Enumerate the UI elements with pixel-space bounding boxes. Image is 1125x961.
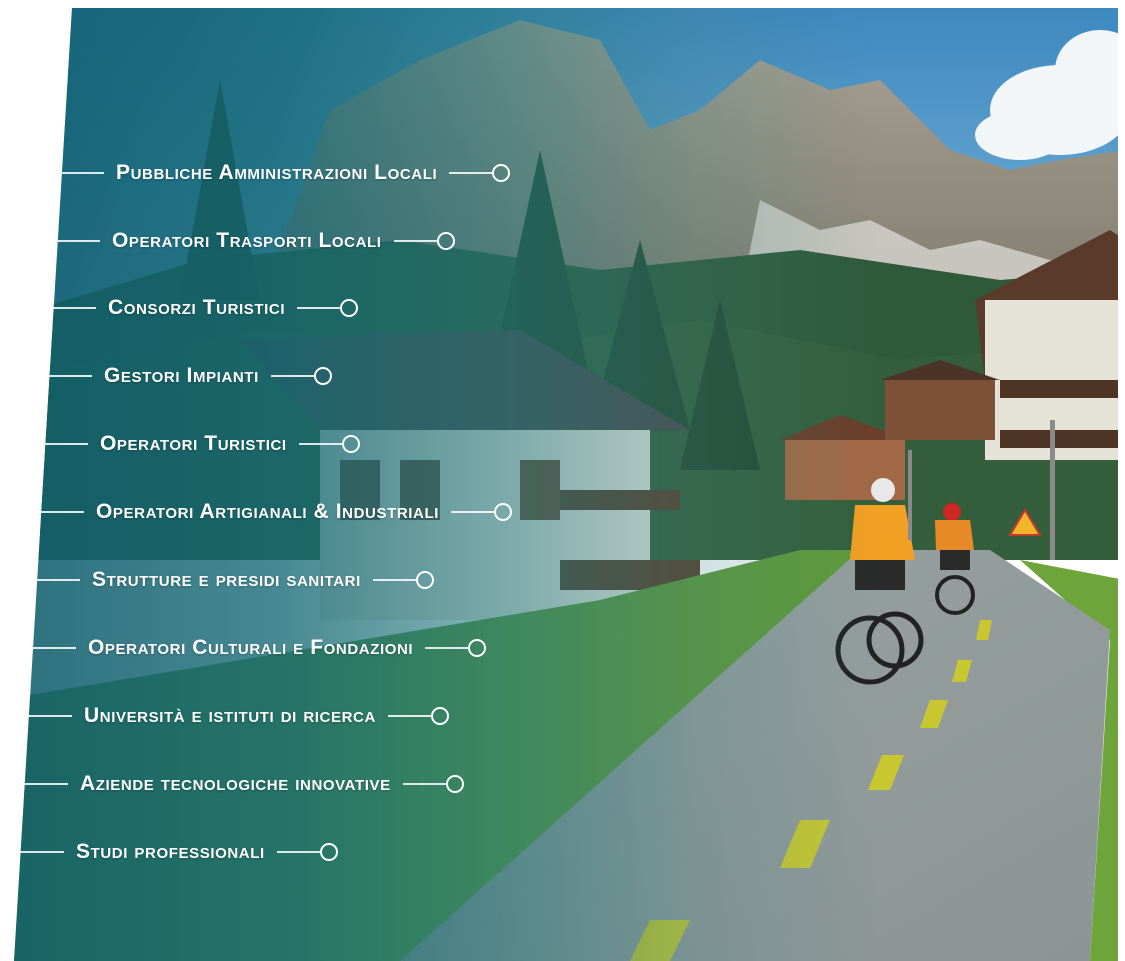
connector-line xyxy=(28,715,72,717)
sector-label: Gestori Impianti xyxy=(104,364,259,387)
circle-marker-icon xyxy=(445,775,464,793)
list-item: Operatori Turistici xyxy=(44,429,360,459)
sector-label: Operatori Trasporti Locali xyxy=(112,229,382,252)
connector-line xyxy=(387,715,432,717)
connector-line xyxy=(20,851,64,853)
connector-line xyxy=(24,783,68,785)
circle-marker-icon xyxy=(340,299,359,317)
list-item: Pubbliche Amministrazioni Locali xyxy=(60,158,511,188)
sector-label: Pubbliche Amministrazioni Locali xyxy=(116,161,438,184)
sector-label: Strutture e presidi sanitari xyxy=(92,568,361,591)
circle-marker-icon xyxy=(319,843,338,861)
circle-marker-icon xyxy=(436,232,455,250)
circle-marker-icon xyxy=(415,571,434,589)
sector-label: Operatori Artigianali & Industriali xyxy=(96,500,439,523)
circle-marker-icon xyxy=(468,639,487,657)
connector-line xyxy=(60,172,104,174)
sector-label: Aziende tecnologiche innovative xyxy=(80,772,391,795)
list-item: Università e istituti di ricerca xyxy=(28,701,449,731)
connector-line xyxy=(40,511,84,513)
connector-line xyxy=(449,172,494,174)
list-item: Consorzi Turistici xyxy=(52,293,359,323)
circle-marker-icon xyxy=(492,164,511,182)
connector-line xyxy=(276,851,321,853)
list-item: Gestori Impianti xyxy=(48,361,332,391)
list-item: Studi professionali xyxy=(20,837,338,867)
connector-line xyxy=(52,307,96,309)
connector-line xyxy=(270,375,315,377)
connector-line xyxy=(402,783,447,785)
connector-line xyxy=(44,443,88,445)
sector-label: Università e istituti di ricerca xyxy=(84,704,376,727)
list-item: Strutture e presidi sanitari xyxy=(36,565,434,595)
connector-line xyxy=(32,647,76,649)
connector-line xyxy=(298,443,343,445)
circle-marker-icon xyxy=(430,707,449,725)
connector-line xyxy=(425,647,470,649)
sector-label: Studi professionali xyxy=(76,840,265,863)
sector-label: Consorzi Turistici xyxy=(108,296,286,319)
connector-line xyxy=(451,511,495,513)
list-item: Operatori Trasporti Locali xyxy=(56,226,455,256)
connector-line xyxy=(48,375,92,377)
circle-marker-icon xyxy=(494,503,512,521)
connector-line xyxy=(372,579,417,581)
sector-label: Operatori Culturali e Fondazioni xyxy=(88,636,414,659)
circle-marker-icon xyxy=(341,435,360,453)
connector-line xyxy=(56,240,100,242)
list-item: Operatori Culturali e Fondazioni xyxy=(32,633,487,663)
sector-label: Operatori Turistici xyxy=(100,432,287,455)
connector-line xyxy=(297,307,342,309)
connector-line xyxy=(393,240,438,242)
list-item: Operatori Artigianali & Industriali xyxy=(40,497,512,527)
connector-line xyxy=(36,579,80,581)
list-item: Aziende tecnologiche innovative xyxy=(24,769,464,799)
circle-marker-icon xyxy=(313,367,332,385)
sector-list: Pubbliche Amministrazioni Locali Operato… xyxy=(0,0,1125,961)
